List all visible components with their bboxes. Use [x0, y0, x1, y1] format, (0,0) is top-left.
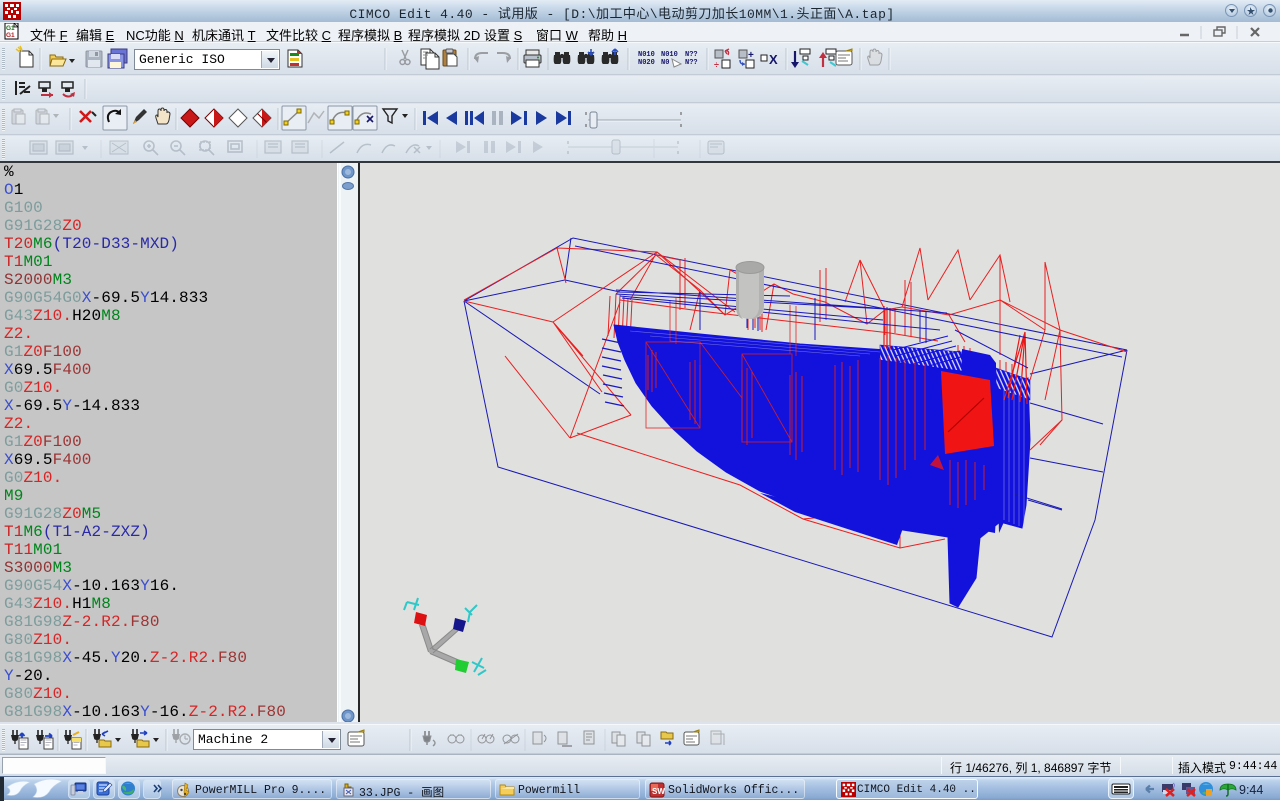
svg-text:+: + [748, 50, 754, 61]
svg-text:N??: N?? [685, 59, 698, 67]
svg-text:N010: N010 [661, 51, 678, 59]
svg-text:G1: G1 [6, 25, 15, 32]
svg-text:N020: N020 [638, 59, 655, 67]
svg-text:G1: G1 [6, 32, 15, 39]
svg-text:N??: N?? [685, 51, 698, 59]
svg-text:N010: N010 [638, 51, 655, 59]
svg-text:N0: N0 [661, 59, 669, 67]
svg-text:X: X [769, 52, 778, 67]
svg-text:÷: ÷ [714, 60, 719, 70]
svg-text:9:44: 9:44 [1239, 783, 1263, 797]
svg-text:SW: SW [652, 787, 665, 796]
